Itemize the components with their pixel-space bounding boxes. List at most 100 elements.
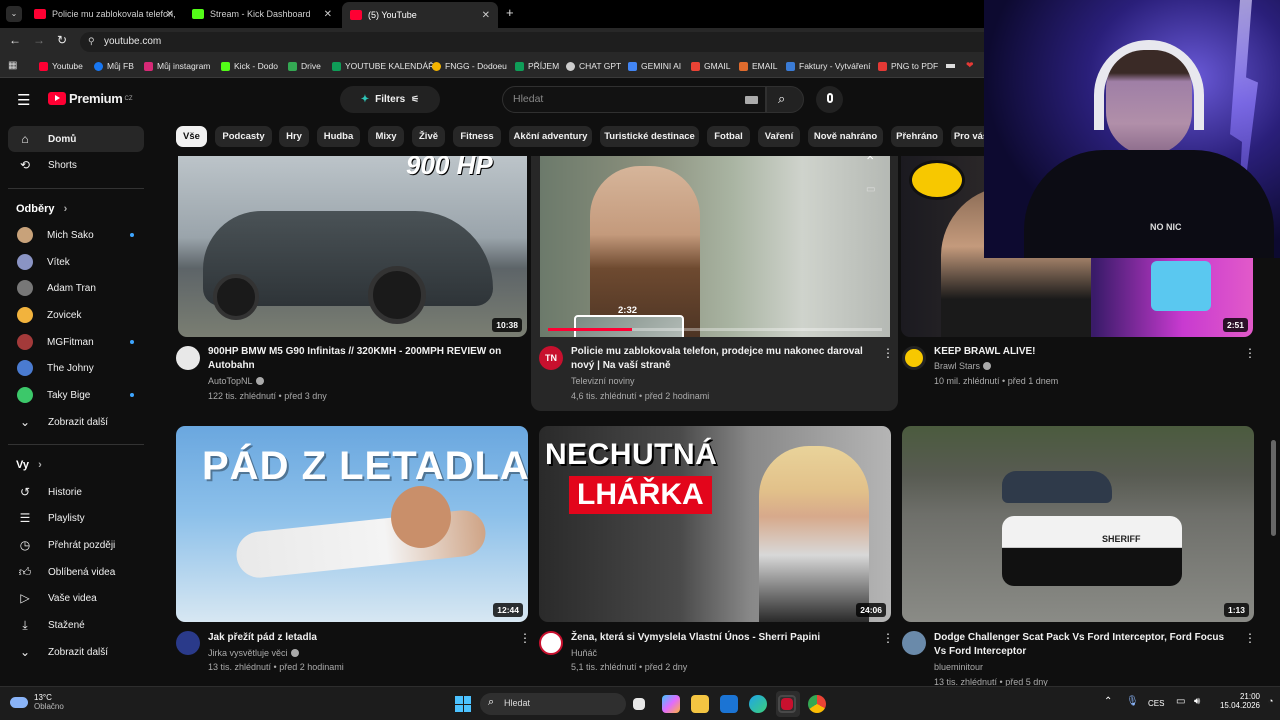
sidebar-item-your-videos[interactable]: ▷ Vaše videa: [8, 585, 144, 611]
volume-icon[interactable]: 🔊︎: [1194, 696, 1200, 707]
browser-tab[interactable]: Policie mu zablokovala telefon, ✕: [26, 3, 182, 25]
chip-filter[interactable]: Hry: [279, 126, 309, 147]
captions-icon[interactable]: ▭: [866, 184, 875, 195]
chip-filter[interactable]: Hudba: [317, 126, 360, 147]
channel-avatar[interactable]: [902, 346, 926, 370]
video-thumbnail[interactable]: SHERIFF 1:13: [902, 426, 1254, 622]
bookmark[interactable]: YOUTUBE KALENDÁŘ: [332, 61, 434, 71]
channel-name[interactable]: Brawl Stars: [934, 359, 992, 374]
bookmark[interactable]: Kick - Dodo: [221, 61, 278, 71]
sidebar-item-history[interactable]: ↺ Historie: [8, 479, 144, 505]
chip-filter[interactable]: Mixy: [368, 126, 404, 147]
bookmark[interactable]: Faktury - Vytváření: [786, 61, 870, 71]
channel-name[interactable]: Televizní noviny: [571, 374, 635, 389]
channel-avatar[interactable]: [176, 631, 200, 655]
sidebar-item-subscription[interactable]: MGFitman: [8, 329, 144, 355]
search-input[interactable]: Hledat: [513, 93, 543, 105]
new-tab-button[interactable]: +: [506, 5, 514, 20]
tab-search-button[interactable]: ⌄: [6, 6, 22, 22]
chip-filter[interactable]: Přehráno: [891, 126, 943, 147]
bookmark[interactable]: GMAIL: [691, 61, 730, 71]
youtube-logo[interactable]: Premium CZ: [48, 91, 133, 106]
bookmark[interactable]: Drive: [288, 61, 321, 71]
outlook-icon[interactable]: [720, 695, 738, 713]
file-explorer-icon[interactable]: [691, 695, 709, 713]
page-scrollbar[interactable]: [1271, 440, 1276, 536]
sidebar-item-watch-later[interactable]: ◷ Přehrát později: [8, 532, 144, 558]
sidebar-item-subscription[interactable]: Zovicek: [8, 302, 144, 328]
chip-filter[interactable]: Živě: [412, 126, 445, 147]
close-tab-icon[interactable]: ✕: [166, 9, 174, 20]
channel-avatar[interactable]: [539, 631, 563, 655]
progress-track[interactable]: [548, 328, 882, 331]
edge-icon[interactable]: [749, 695, 767, 713]
bookmark-icon[interactable]: [946, 64, 955, 68]
channel-name[interactable]: Jirka vysvětluje věci: [208, 646, 299, 661]
sidebar-item-subscription[interactable]: Adam Tran: [8, 275, 144, 301]
language-indicator[interactable]: CES: [1148, 699, 1164, 708]
chip-filter[interactable]: Fotbal: [707, 126, 750, 147]
chip-filter[interactable]: Podcasty: [215, 126, 272, 147]
chip-filter[interactable]: Akční adventury: [509, 126, 592, 147]
close-tab-icon[interactable]: ✕: [482, 10, 490, 21]
bookmark[interactable]: PŘÍJEM: [515, 61, 559, 71]
forward-icon[interactable]: →: [33, 33, 45, 47]
video-title[interactable]: Žena, která si Vymyslela Vlastní Únos - …: [571, 631, 871, 645]
sidebar-item-playlists[interactable]: ☰ Playlisty: [8, 505, 144, 531]
video-title[interactable]: Jak přežít pád z letadla: [208, 631, 508, 645]
bookmark[interactable]: EMAIL: [739, 61, 778, 71]
video-title[interactable]: KEEP BRAWL ALIVE!: [934, 345, 1234, 359]
chrome-icon[interactable]: [808, 695, 826, 713]
video-thumbnail[interactable]: NECHUTNÁ LHÁŘKA 24:06: [539, 426, 891, 622]
channel-avatar[interactable]: TN: [539, 346, 563, 370]
bookmark[interactable]: Můj FB: [94, 61, 134, 71]
more-options-icon[interactable]: ⋮: [882, 631, 894, 645]
filters-button[interactable]: ✦ Filters ⚟: [340, 86, 440, 113]
search-box[interactable]: Hledat: [502, 86, 766, 113]
copilot-icon[interactable]: [662, 695, 680, 713]
channel-name[interactable]: AutoTopNL: [208, 374, 264, 389]
sidebar-item-subscription[interactable]: Taky Bige: [8, 382, 144, 408]
browser-tab[interactable]: Stream - Kick Dashboard ✕: [184, 3, 340, 25]
clock[interactable]: 21:00 15.04.2026: [1214, 692, 1260, 710]
chip-filter[interactable]: Nově nahráno: [808, 126, 883, 147]
network-icon[interactable]: ▭: [1176, 696, 1185, 707]
more-options-icon[interactable]: ⋮: [519, 631, 531, 645]
keyboard-icon[interactable]: [745, 96, 758, 104]
sidebar-item-liked[interactable]: 👍︎ Oblíbená videa: [8, 559, 144, 585]
tray-chevron-up-icon[interactable]: ⌃: [1104, 696, 1112, 707]
bookmark[interactable]: Můj instagram: [144, 61, 210, 71]
video-thumbnail[interactable]: PÁD Z LETADLA 12:44: [176, 426, 528, 622]
weather-widget[interactable]: 13°C Oblačno: [10, 693, 64, 711]
video-title[interactable]: Policie mu zablokovala telefon, prodejce…: [571, 345, 871, 373]
bookmark[interactable]: GEMINI AI: [628, 61, 681, 71]
windows-start-icon[interactable]: [455, 696, 471, 712]
back-icon[interactable]: ←: [9, 33, 21, 47]
bookmark[interactable]: FNGG - Dodoeu: [432, 61, 507, 71]
voice-search-button[interactable]: [816, 86, 843, 113]
video-title[interactable]: Dodge Challenger Scat Pack Vs Ford Inter…: [934, 631, 1239, 659]
bookmark[interactable]: CHAT GPT: [566, 61, 621, 71]
chip-filter[interactable]: Vaření: [758, 126, 800, 147]
channel-avatar[interactable]: [902, 631, 926, 655]
taskbar-search-input[interactable]: Hledat: [504, 698, 530, 708]
show-more-subscriptions[interactable]: ⌄ Zobrazit další: [8, 409, 144, 435]
bookmark-heart-icon[interactable]: ❤: [966, 60, 974, 71]
sidebar-item-subscription[interactable]: Mich Sako: [8, 222, 144, 248]
microphone-tray-icon[interactable]: 🎙︎: [1126, 696, 1139, 707]
sidebar-item-subscription[interactable]: Vítek: [8, 249, 144, 275]
sidebar-item-shorts[interactable]: ⟲ Shorts: [8, 152, 144, 178]
bookmark[interactable]: Youtube: [39, 61, 83, 71]
apps-grid-icon[interactable]: ▦: [8, 60, 17, 71]
menu-icon[interactable]: ☰: [17, 91, 30, 109]
site-info-icon[interactable]: ⚲: [88, 36, 95, 47]
subscriptions-heading[interactable]: Odběry ›: [16, 203, 67, 215]
bookmark[interactable]: PNG to PDF: [878, 61, 938, 71]
chip-filter[interactable]: Fitness: [453, 126, 501, 147]
reload-icon[interactable]: ↻: [57, 33, 67, 47]
video-title[interactable]: 900HP BMW M5 G90 Infinitas // 320KMH - 2…: [208, 345, 520, 373]
you-heading[interactable]: Vy ›: [16, 459, 42, 471]
more-options-icon[interactable]: ⋮: [882, 346, 894, 360]
mute-icon[interactable]: ✕: [866, 156, 874, 163]
chip-filter[interactable]: Vše: [176, 126, 207, 147]
